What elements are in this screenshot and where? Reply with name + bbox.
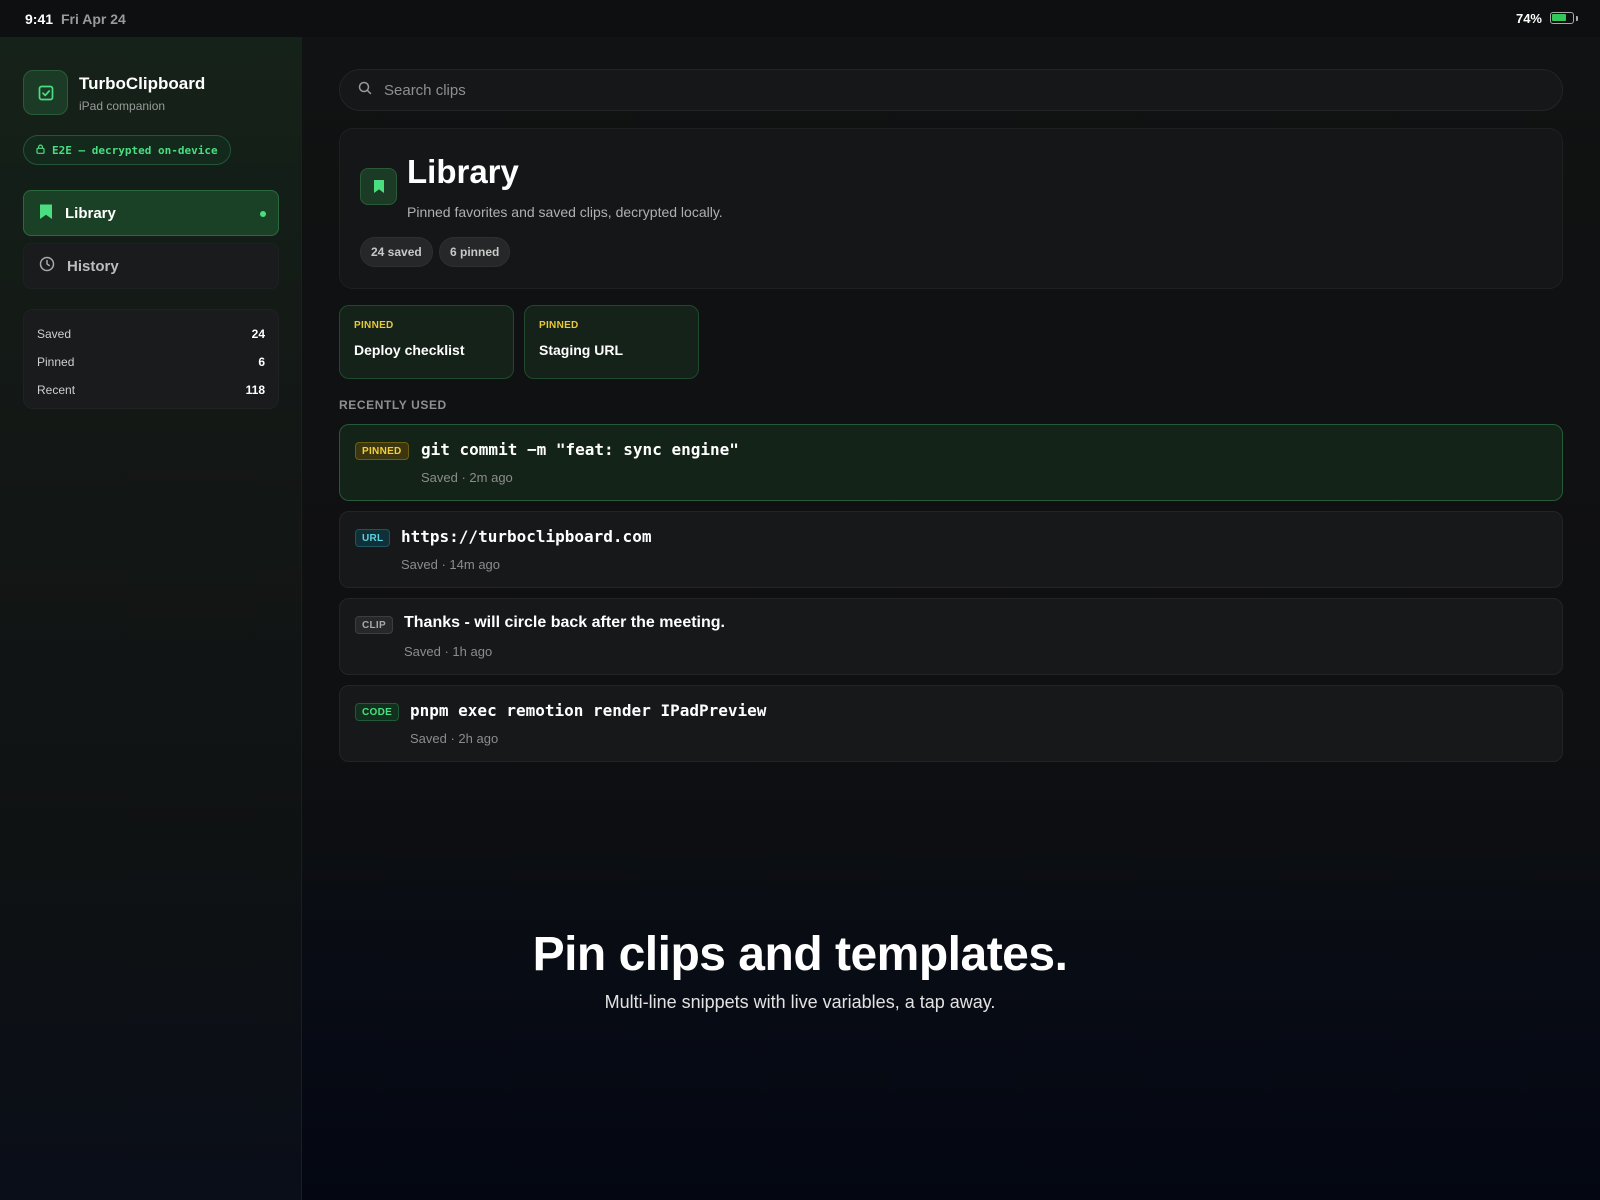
clipboard-check-icon	[23, 70, 68, 115]
battery-tip	[1576, 16, 1578, 21]
battery-percentage: 74%	[1515, 11, 1542, 26]
library-header-card: Library Pinned favorites and saved clips…	[339, 128, 1563, 289]
clip-type-badge: CLIP	[355, 616, 393, 634]
pinned-tag: PINNED	[354, 320, 394, 331]
clock-icon	[39, 256, 55, 276]
clip-meta: Saved · 2h ago	[410, 731, 499, 746]
clip-meta: Saved · 14m ago	[401, 557, 501, 572]
marketing-headline: Pin clips and templates.	[532, 928, 1068, 981]
clip-meta: Saved · 2m ago	[421, 470, 513, 485]
sidebar-item-label: Library	[65, 204, 116, 222]
clip-type-badge: URL	[355, 529, 391, 547]
stat-value: 24	[251, 327, 265, 341]
stat-label: Recent	[37, 383, 76, 397]
clip-title: pnpm exec remotion render IPadPreview	[410, 701, 767, 720]
sidebar: TurboClipboard iPad companion E2E — decr…	[0, 37, 302, 1200]
page-subtitle: Pinned favorites and saved clips, decryp…	[407, 204, 723, 220]
battery-icon	[1550, 12, 1574, 24]
stat-value: 6	[258, 355, 265, 369]
e2e-label: E2E — decrypted on-device	[52, 143, 218, 157]
stat-value: 118	[245, 383, 265, 397]
pinned-card-title: Staging URL	[539, 342, 623, 358]
stat-row-pinned: Pinned 6	[37, 348, 265, 376]
e2e-badge: E2E — decrypted on-device	[23, 135, 231, 165]
search-input[interactable]	[384, 81, 1484, 99]
clip-type-badge: CODE	[355, 703, 400, 721]
sidebar-item-library[interactable]: Library	[23, 190, 279, 236]
section-label-recently-used: RECENTLY USED	[339, 398, 447, 412]
pinned-card-staging-url[interactable]: PINNED Staging URL	[524, 305, 699, 379]
clip-meta: Saved · 1h ago	[404, 644, 493, 659]
marketing-subline: Multi-line snippets with live variables,…	[604, 992, 996, 1012]
bookmark-icon	[360, 168, 397, 205]
search-bar[interactable]	[339, 69, 1563, 111]
pinned-card-title: Deploy checklist	[354, 342, 465, 358]
clip-type-badge: PINNED	[355, 442, 409, 460]
status-bar: 9:41 Fri Apr 24 74%	[0, 0, 1600, 37]
stat-label: Pinned	[37, 355, 75, 369]
stat-row-saved: Saved 24	[37, 320, 265, 348]
clip-row[interactable]: PINNED git commit −m "feat: sync engine"…	[339, 424, 1563, 501]
clip-title: https://turboclipboard.com	[401, 527, 652, 546]
search-icon	[358, 81, 372, 100]
status-date: Fri Apr 24	[61, 11, 126, 27]
bookmark-icon	[39, 203, 53, 224]
clip-title: git commit −m "feat: sync engine"	[421, 440, 739, 459]
pinned-count-pill: 6 pinned	[439, 237, 511, 267]
sidebar-item-label: History	[67, 257, 119, 275]
lock-icon	[36, 144, 45, 157]
page-title: Library	[407, 153, 519, 190]
clip-row[interactable]: URL https://turboclipboard.com Saved · 1…	[339, 511, 1563, 588]
stat-label: Saved	[37, 327, 72, 341]
stat-row-recent: Recent 118	[37, 376, 265, 404]
app-subtitle: iPad companion	[79, 99, 166, 113]
pinned-card-deploy-checklist[interactable]: PINNED Deploy checklist	[339, 305, 514, 379]
clip-title: Thanks - will circle back after the meet…	[404, 614, 725, 631]
stats-panel: Saved 24 Pinned 6 Recent 118	[23, 309, 279, 409]
pinned-tag: PINNED	[539, 320, 579, 331]
app-name: TurboClipboard	[79, 74, 206, 93]
active-indicator-dot	[260, 211, 266, 217]
status-time: 9:41	[25, 11, 54, 27]
saved-count-pill: 24 saved	[360, 237, 433, 267]
sidebar-item-history[interactable]: History	[23, 243, 279, 289]
clip-row[interactable]: CLIP Thanks - will circle back after the…	[339, 598, 1563, 675]
clip-row[interactable]: CODE pnpm exec remotion render IPadPrevi…	[339, 685, 1563, 762]
